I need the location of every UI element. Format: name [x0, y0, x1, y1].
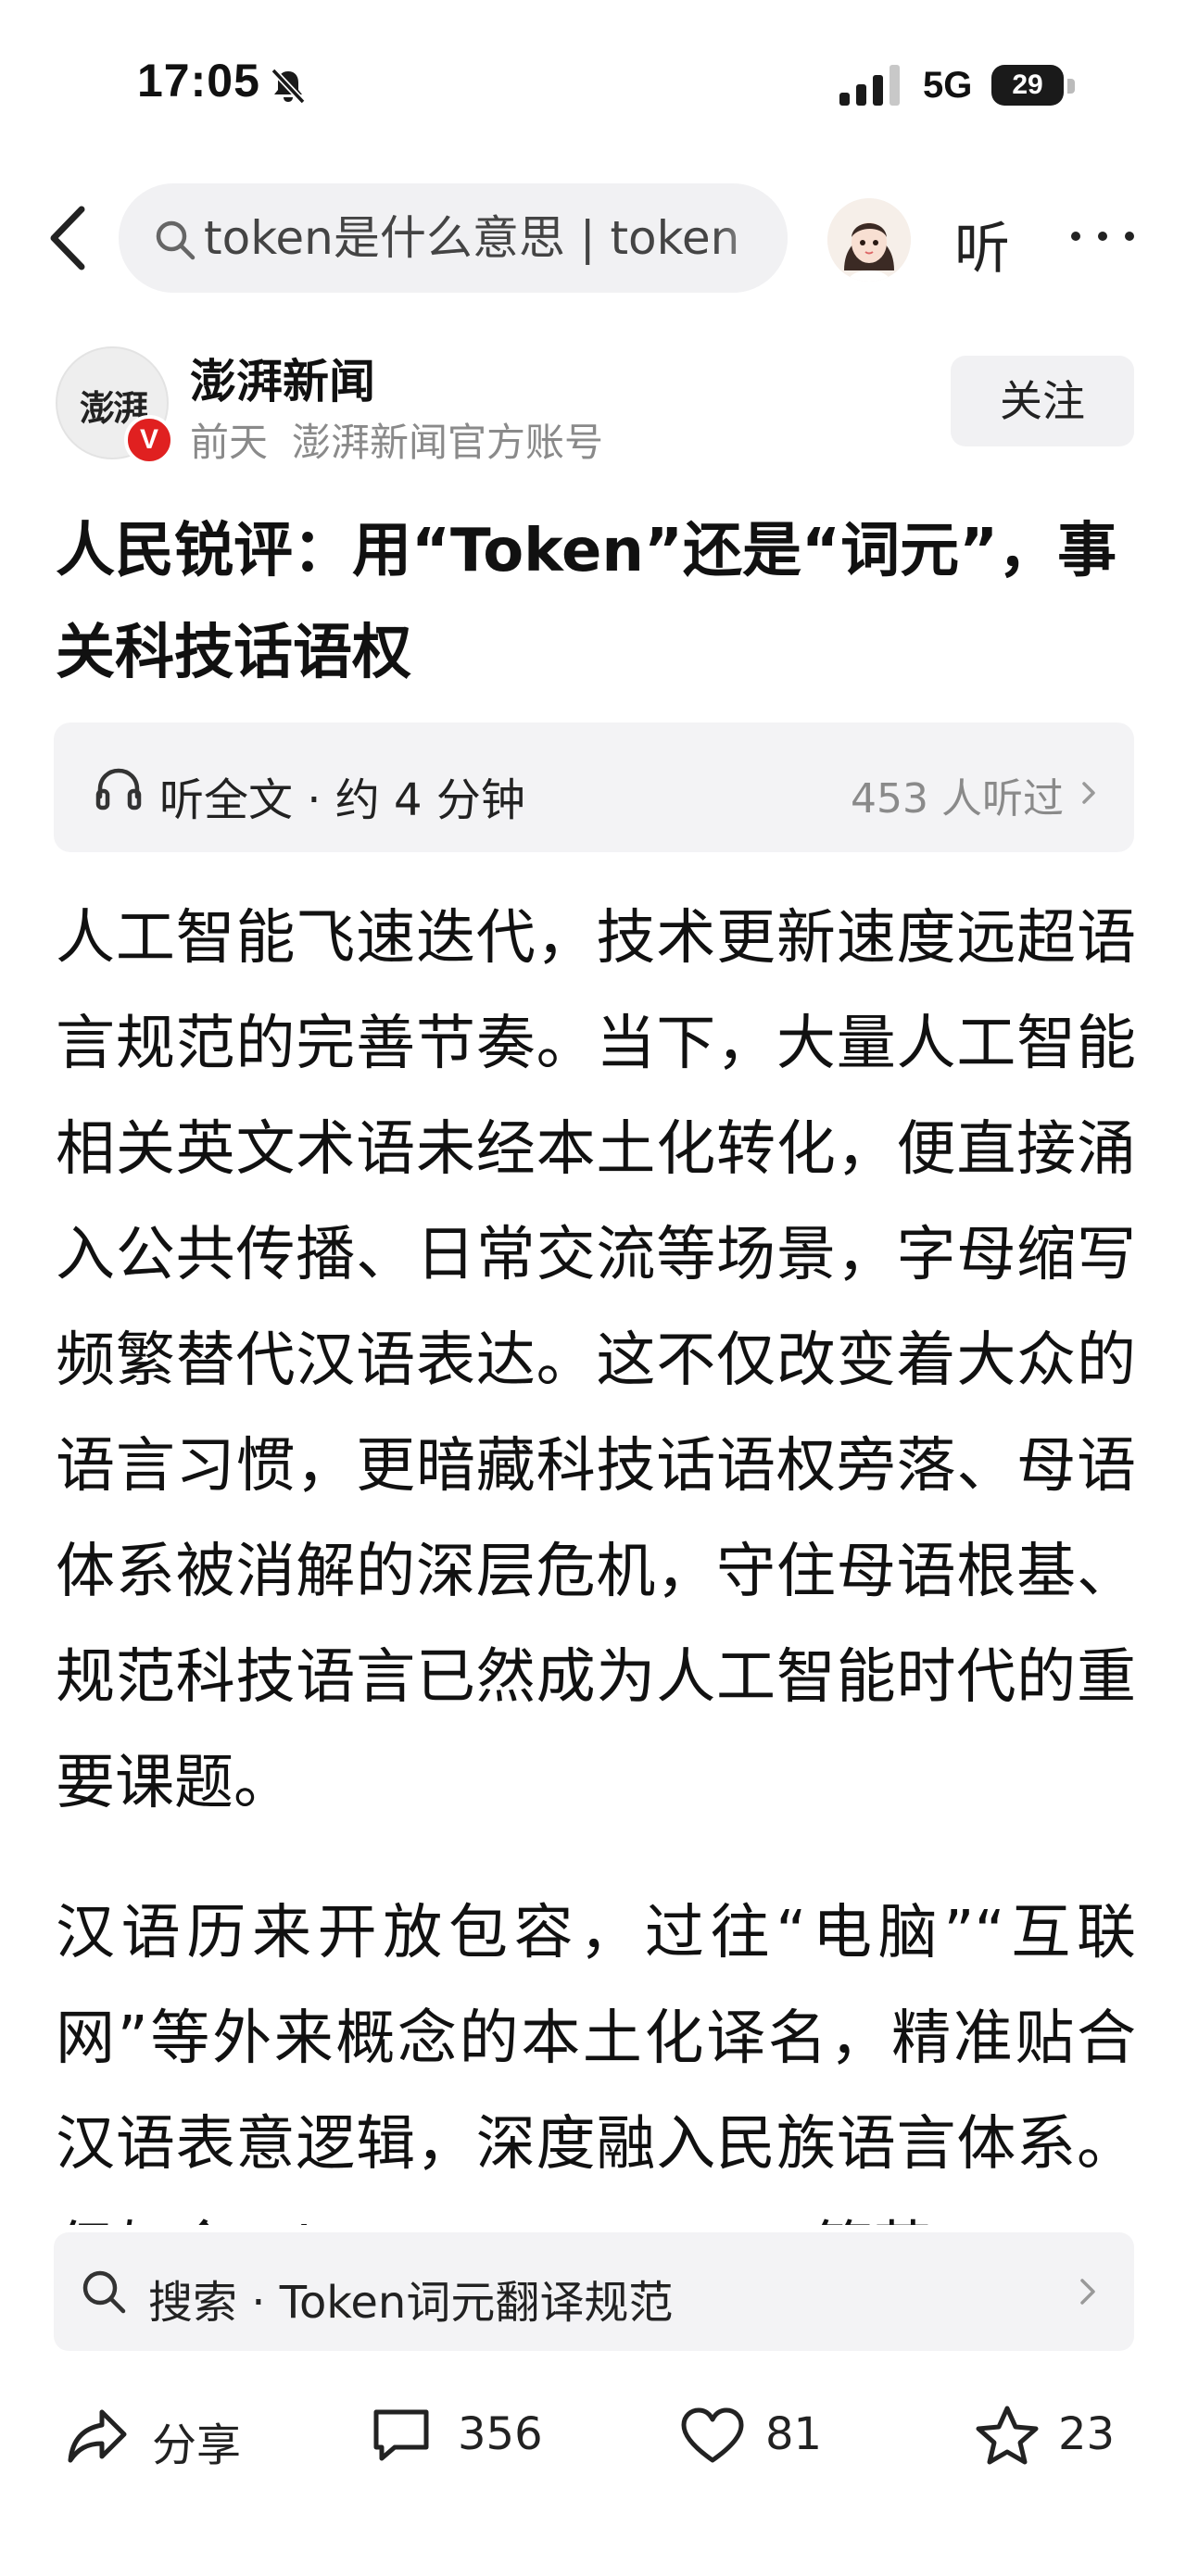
favorite-count: 23	[1058, 2408, 1116, 2460]
share-label: 分享	[152, 2419, 242, 2471]
search-query-text: token是什么意思 | token	[204, 211, 740, 265]
verified-badge-icon: V	[124, 415, 174, 465]
headphones-icon	[95, 768, 142, 810]
search-icon	[156, 220, 196, 260]
battery-icon: 29	[991, 65, 1075, 106]
battery-level: 29	[991, 65, 1064, 106]
status-time: 17:05	[137, 55, 260, 107]
bell-muted-icon	[271, 68, 306, 105]
heart-icon	[681, 2407, 744, 2463]
like-button[interactable]: 81	[680, 2394, 847, 2477]
network-type: 5G	[923, 65, 973, 106]
listen-button[interactable]: 听	[954, 204, 1010, 284]
favorite-button[interactable]: 23	[975, 2394, 1142, 2477]
chevron-right-icon	[1080, 2279, 1095, 2305]
more-options-icon[interactable]	[1066, 207, 1140, 263]
user-avatar[interactable]	[827, 198, 911, 282]
article-paragraph: 人工智能飞速迭代，技术更新速度远超语言规范的完善节奏。当下，大量人工智能相关英文…	[56, 904, 1136, 1817]
avatar-illustration-icon	[827, 198, 911, 282]
author-name[interactable]: 澎湃新闻	[190, 345, 375, 411]
article-paragraph: 汉语历来开放包容，过往“电脑”“互联网”等外来概念的本土化译名，精准贴合汉语表意…	[56, 1899, 1136, 2225]
like-count: 81	[765, 2408, 823, 2460]
star-icon	[976, 2406, 1039, 2465]
bottom-action-bar: 分享 356 81 23	[0, 2371, 1186, 2501]
listen-label: 听全文 · 约 4 分钟	[159, 774, 525, 826]
comment-icon	[373, 2409, 429, 2461]
cellular-signal-icon	[839, 65, 900, 106]
status-bar: 17:05 5G 29	[0, 0, 1186, 176]
listen-full-article-bar[interactable]: 听全文 · 约 4 分钟 453 人听过	[54, 723, 1134, 852]
comment-button[interactable]: 356	[369, 2394, 554, 2477]
search-input[interactable]: token是什么意思 | token	[119, 183, 788, 293]
share-icon	[68, 2409, 127, 2463]
article-title: 人民锐评：用“Token”还是“词元”，事关科技话语权	[56, 517, 1117, 687]
related-search-bar[interactable]: 搜索 · Token词元翻译规范	[54, 2232, 1134, 2351]
comment-count: 356	[458, 2408, 543, 2460]
publish-time: 前天	[190, 420, 269, 465]
article-body: 人工智能飞速迭代，技术更新速度远超语言规范的完善节奏。当下，大量人工智能相关英文…	[56, 886, 1136, 2225]
search-icon	[82, 2270, 126, 2314]
share-button[interactable]: 分享	[65, 2394, 250, 2477]
back-arrow-icon[interactable]	[37, 196, 102, 280]
battery-cap	[1067, 79, 1075, 94]
follow-button[interactable]: 关注	[951, 356, 1134, 446]
listen-count: 453 人听过	[851, 775, 1064, 823]
chevron-right-icon	[1082, 782, 1095, 804]
author-meta: 前天 澎湃新闻官方账号	[190, 411, 603, 468]
related-search-text: 搜索 · Token词元翻译规范	[148, 2277, 674, 2329]
account-description: 澎湃新闻官方账号	[292, 420, 604, 465]
search-fade	[713, 183, 788, 293]
